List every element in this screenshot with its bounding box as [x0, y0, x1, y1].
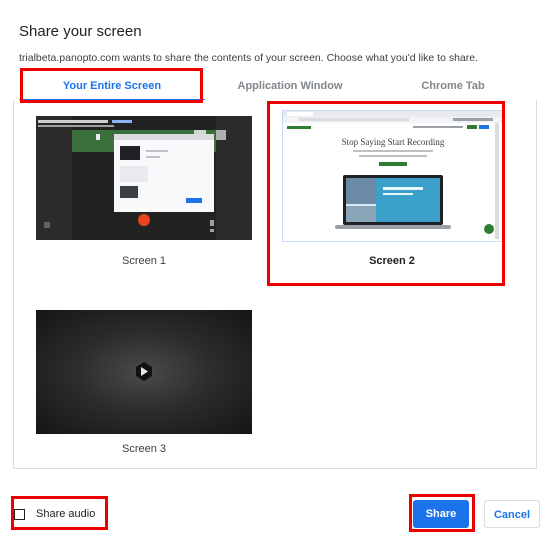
screen-1-thumbnail	[36, 116, 252, 240]
screen-3-thumbnail	[36, 310, 252, 434]
share-button[interactable]: Share	[413, 500, 469, 528]
tab-application-window-label: Application Window	[237, 80, 343, 92]
dialog-title: Share your screen	[19, 23, 142, 40]
tab-bar: Your Entire Screen Application Window Ch…	[19, 72, 531, 101]
screen-2-headline: Stop Saying Start Recording	[342, 137, 445, 147]
tab-entire-screen[interactable]: Your Entire Screen	[19, 72, 205, 101]
dialog-subtitle: trialbeta.panopto.com wants to share the…	[19, 52, 479, 64]
screen-2-label: Screen 2	[369, 255, 415, 267]
screen-1-label: Screen 1	[121, 255, 167, 267]
cancel-button[interactable]: Cancel	[484, 500, 540, 528]
tab-application-window[interactable]: Application Window	[205, 72, 375, 100]
screen-3-label: Screen 3	[121, 443, 167, 455]
share-audio-checkbox[interactable]	[14, 509, 25, 520]
share-screen-dialog: Share your screen trialbeta.panopto.com …	[7, 0, 543, 535]
tab-chrome-tab[interactable]: Chrome Tab	[375, 72, 531, 100]
tab-entire-screen-label: Your Entire Screen	[62, 80, 162, 92]
tab-chrome-tab-label: Chrome Tab	[421, 80, 485, 92]
share-audio-label[interactable]: Share audio	[36, 508, 95, 520]
screen-2-thumbnail: Stop Saying Start Recording	[282, 110, 504, 242]
screen-list-panel: Screen 1 Stop Saying Start Recording Scr…	[13, 100, 537, 469]
